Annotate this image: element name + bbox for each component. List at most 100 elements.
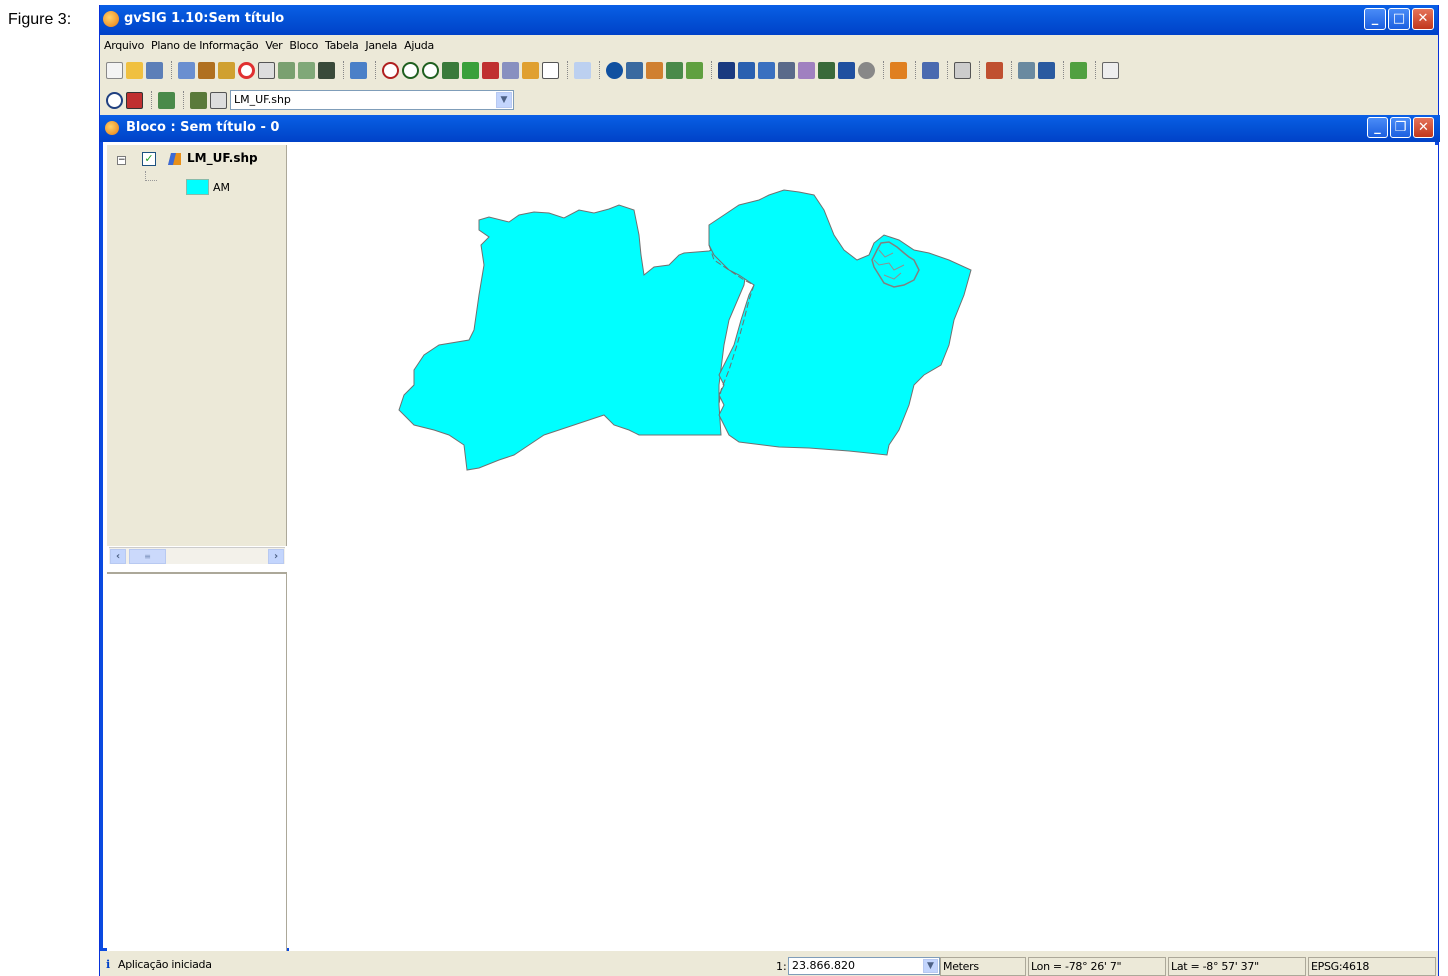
filter-icon[interactable]	[890, 61, 907, 79]
hyperlink-icon[interactable]	[666, 61, 683, 79]
toc-tree: − ✓ LM_UF.shp AM	[109, 147, 285, 522]
scroll-right-icon[interactable]: ›	[268, 549, 284, 564]
measure-area-icon[interactable]	[646, 61, 663, 79]
scale-value: 23.866.820	[792, 959, 855, 972]
chevron-down-icon[interactable]: ▼	[923, 959, 938, 973]
secondary-toolbar: LM_UF.shp ▼	[100, 87, 1438, 113]
scroll-left-icon[interactable]: ‹	[110, 549, 126, 564]
clear-selection-icon[interactable]	[858, 61, 875, 79]
toc-horizontal-scrollbar[interactable]: ‹ ≡ ›	[109, 547, 285, 564]
view-minimize-button[interactable]: _	[1367, 117, 1388, 138]
menu-janela[interactable]: Janela	[365, 35, 404, 57]
main-toolbar	[100, 57, 1438, 83]
menu-ajuda[interactable]: Ajuda	[404, 35, 441, 57]
zoom-out-icon[interactable]	[422, 61, 439, 79]
pan-hand-icon[interactable]	[542, 61, 559, 79]
select-circle-icon[interactable]	[818, 61, 835, 79]
zoom-layer-icon[interactable]	[522, 61, 539, 79]
invert-selection-icon[interactable]	[798, 61, 815, 79]
menu-ver[interactable]: Ver	[265, 35, 289, 57]
state-polygon-east	[708, 189, 972, 456]
info-icon[interactable]	[606, 61, 623, 79]
state-polygon-west	[398, 204, 755, 471]
layout-icon[interactable]	[954, 61, 971, 79]
select-by-attribute-icon[interactable]	[838, 61, 855, 79]
find-icon[interactable]	[686, 61, 703, 79]
zoom-extent-icon[interactable]	[462, 61, 479, 79]
map-view[interactable]	[289, 145, 1438, 951]
table-icon[interactable]	[922, 61, 939, 79]
save-icon[interactable]	[146, 61, 163, 79]
menu-arquivo[interactable]: Arquivo	[104, 35, 151, 57]
measure-icon[interactable]	[574, 61, 591, 79]
app-title: gvSIG 1.10:Sem título	[124, 11, 285, 26]
scroll-thumb[interactable]: ≡	[129, 549, 166, 564]
menu-tabela[interactable]: Tabela	[325, 35, 365, 57]
zoom-in-icon[interactable]	[402, 61, 419, 79]
editing-start-icon[interactable]	[1102, 61, 1119, 79]
map-frame-icon[interactable]	[318, 61, 335, 79]
info-icon: i	[106, 958, 111, 971]
zoom-in-region-icon[interactable]	[382, 61, 399, 79]
new-document-icon[interactable]	[106, 61, 123, 79]
table-join-icon[interactable]	[1070, 61, 1087, 79]
app-titlebar[interactable]: gvSIG 1.10:Sem título _ □ ✕	[100, 5, 1438, 35]
layers-icon[interactable]	[190, 91, 207, 109]
view-close-button[interactable]: ✕	[1413, 117, 1434, 138]
refresh-icon[interactable]	[158, 91, 175, 109]
select-polygon-icon[interactable]	[758, 61, 775, 79]
select-pointer-icon[interactable]	[718, 61, 735, 79]
gvsig-main-window: gvSIG 1.10:Sem título _ □ ✕ Arquivo Plan…	[99, 5, 1440, 976]
zoom-select-icon[interactable]	[482, 61, 499, 79]
view-window: Bloco : Sem título - 0 _ ❐ ✕ − ✓ LM_UF.s…	[100, 115, 1440, 951]
view-window-titlebar[interactable]: Bloco : Sem título - 0 _ ❐ ✕	[100, 115, 1440, 142]
open-project-icon[interactable]	[126, 61, 143, 79]
minimize-button[interactable]: _	[1364, 8, 1386, 30]
search-icon[interactable]	[1038, 61, 1055, 79]
full-extent-icon[interactable]	[442, 61, 459, 79]
locator-icon[interactable]	[350, 61, 367, 79]
collapse-icon[interactable]: −	[117, 156, 126, 165]
map-canvas	[398, 189, 972, 471]
add-raster-icon[interactable]	[198, 61, 215, 79]
add-layer-icon[interactable]	[178, 61, 195, 79]
overview-icon[interactable]	[126, 91, 143, 109]
chevron-down-icon[interactable]: ▼	[496, 92, 512, 108]
layer-visibility-checkbox[interactable]: ✓	[142, 152, 156, 166]
layer-selector[interactable]: LM_UF.shp ▼	[230, 90, 514, 110]
layer-list-icon[interactable]	[210, 91, 227, 109]
legend-label: AM	[213, 181, 231, 194]
maximize-button[interactable]: □	[1388, 8, 1410, 30]
select-rectangle-icon[interactable]	[738, 61, 755, 79]
edit-icon[interactable]	[258, 61, 275, 79]
close-button[interactable]: ✕	[1412, 8, 1434, 30]
view-window-title: Bloco : Sem título - 0	[126, 120, 280, 135]
locator-map[interactable]	[107, 572, 287, 951]
geoprocess-icon[interactable]	[278, 61, 295, 79]
measure-distance-icon[interactable]	[626, 61, 643, 79]
record-icon[interactable]	[238, 61, 255, 79]
longitude-field: Lon = -78° 26' 7"	[1028, 957, 1166, 976]
menu-bloco[interactable]: Bloco	[289, 35, 325, 57]
zoom-magnifier-icon[interactable]	[106, 91, 123, 109]
view-restore-button[interactable]: ❐	[1390, 117, 1411, 138]
gvsig-app-icon	[103, 11, 119, 27]
status-bar: i Aplicação iniciada 1: 23.866.820 ▼ Met…	[100, 953, 1438, 976]
latitude-field: Lat = -8° 57' 37"	[1168, 957, 1306, 976]
previous-zoom-icon[interactable]	[502, 61, 519, 79]
status-message: Aplicação iniciada	[118, 958, 212, 971]
layer-name[interactable]: LM_UF.shp	[187, 151, 258, 165]
view-icon	[105, 121, 119, 135]
units-field[interactable]: Meters	[940, 957, 1026, 976]
select-layer-icon[interactable]	[778, 61, 795, 79]
table-of-contents: − ✓ LM_UF.shp AM ‹ ≡ ›	[107, 145, 287, 564]
menu-plano-de-informacao[interactable]: Plano de Informação	[151, 35, 265, 57]
geoprocess2-icon[interactable]	[298, 61, 315, 79]
scale-prefix: 1:	[776, 960, 787, 973]
menu-bar: Arquivo Plano de Informação Ver Bloco Ta…	[100, 35, 1438, 57]
scale-selector[interactable]: 23.866.820 ▼	[788, 957, 940, 975]
legend-swatch[interactable]	[186, 179, 209, 195]
catalog-icon[interactable]	[1018, 61, 1035, 79]
add-wms-icon[interactable]	[218, 61, 235, 79]
tools-icon[interactable]	[986, 61, 1003, 79]
